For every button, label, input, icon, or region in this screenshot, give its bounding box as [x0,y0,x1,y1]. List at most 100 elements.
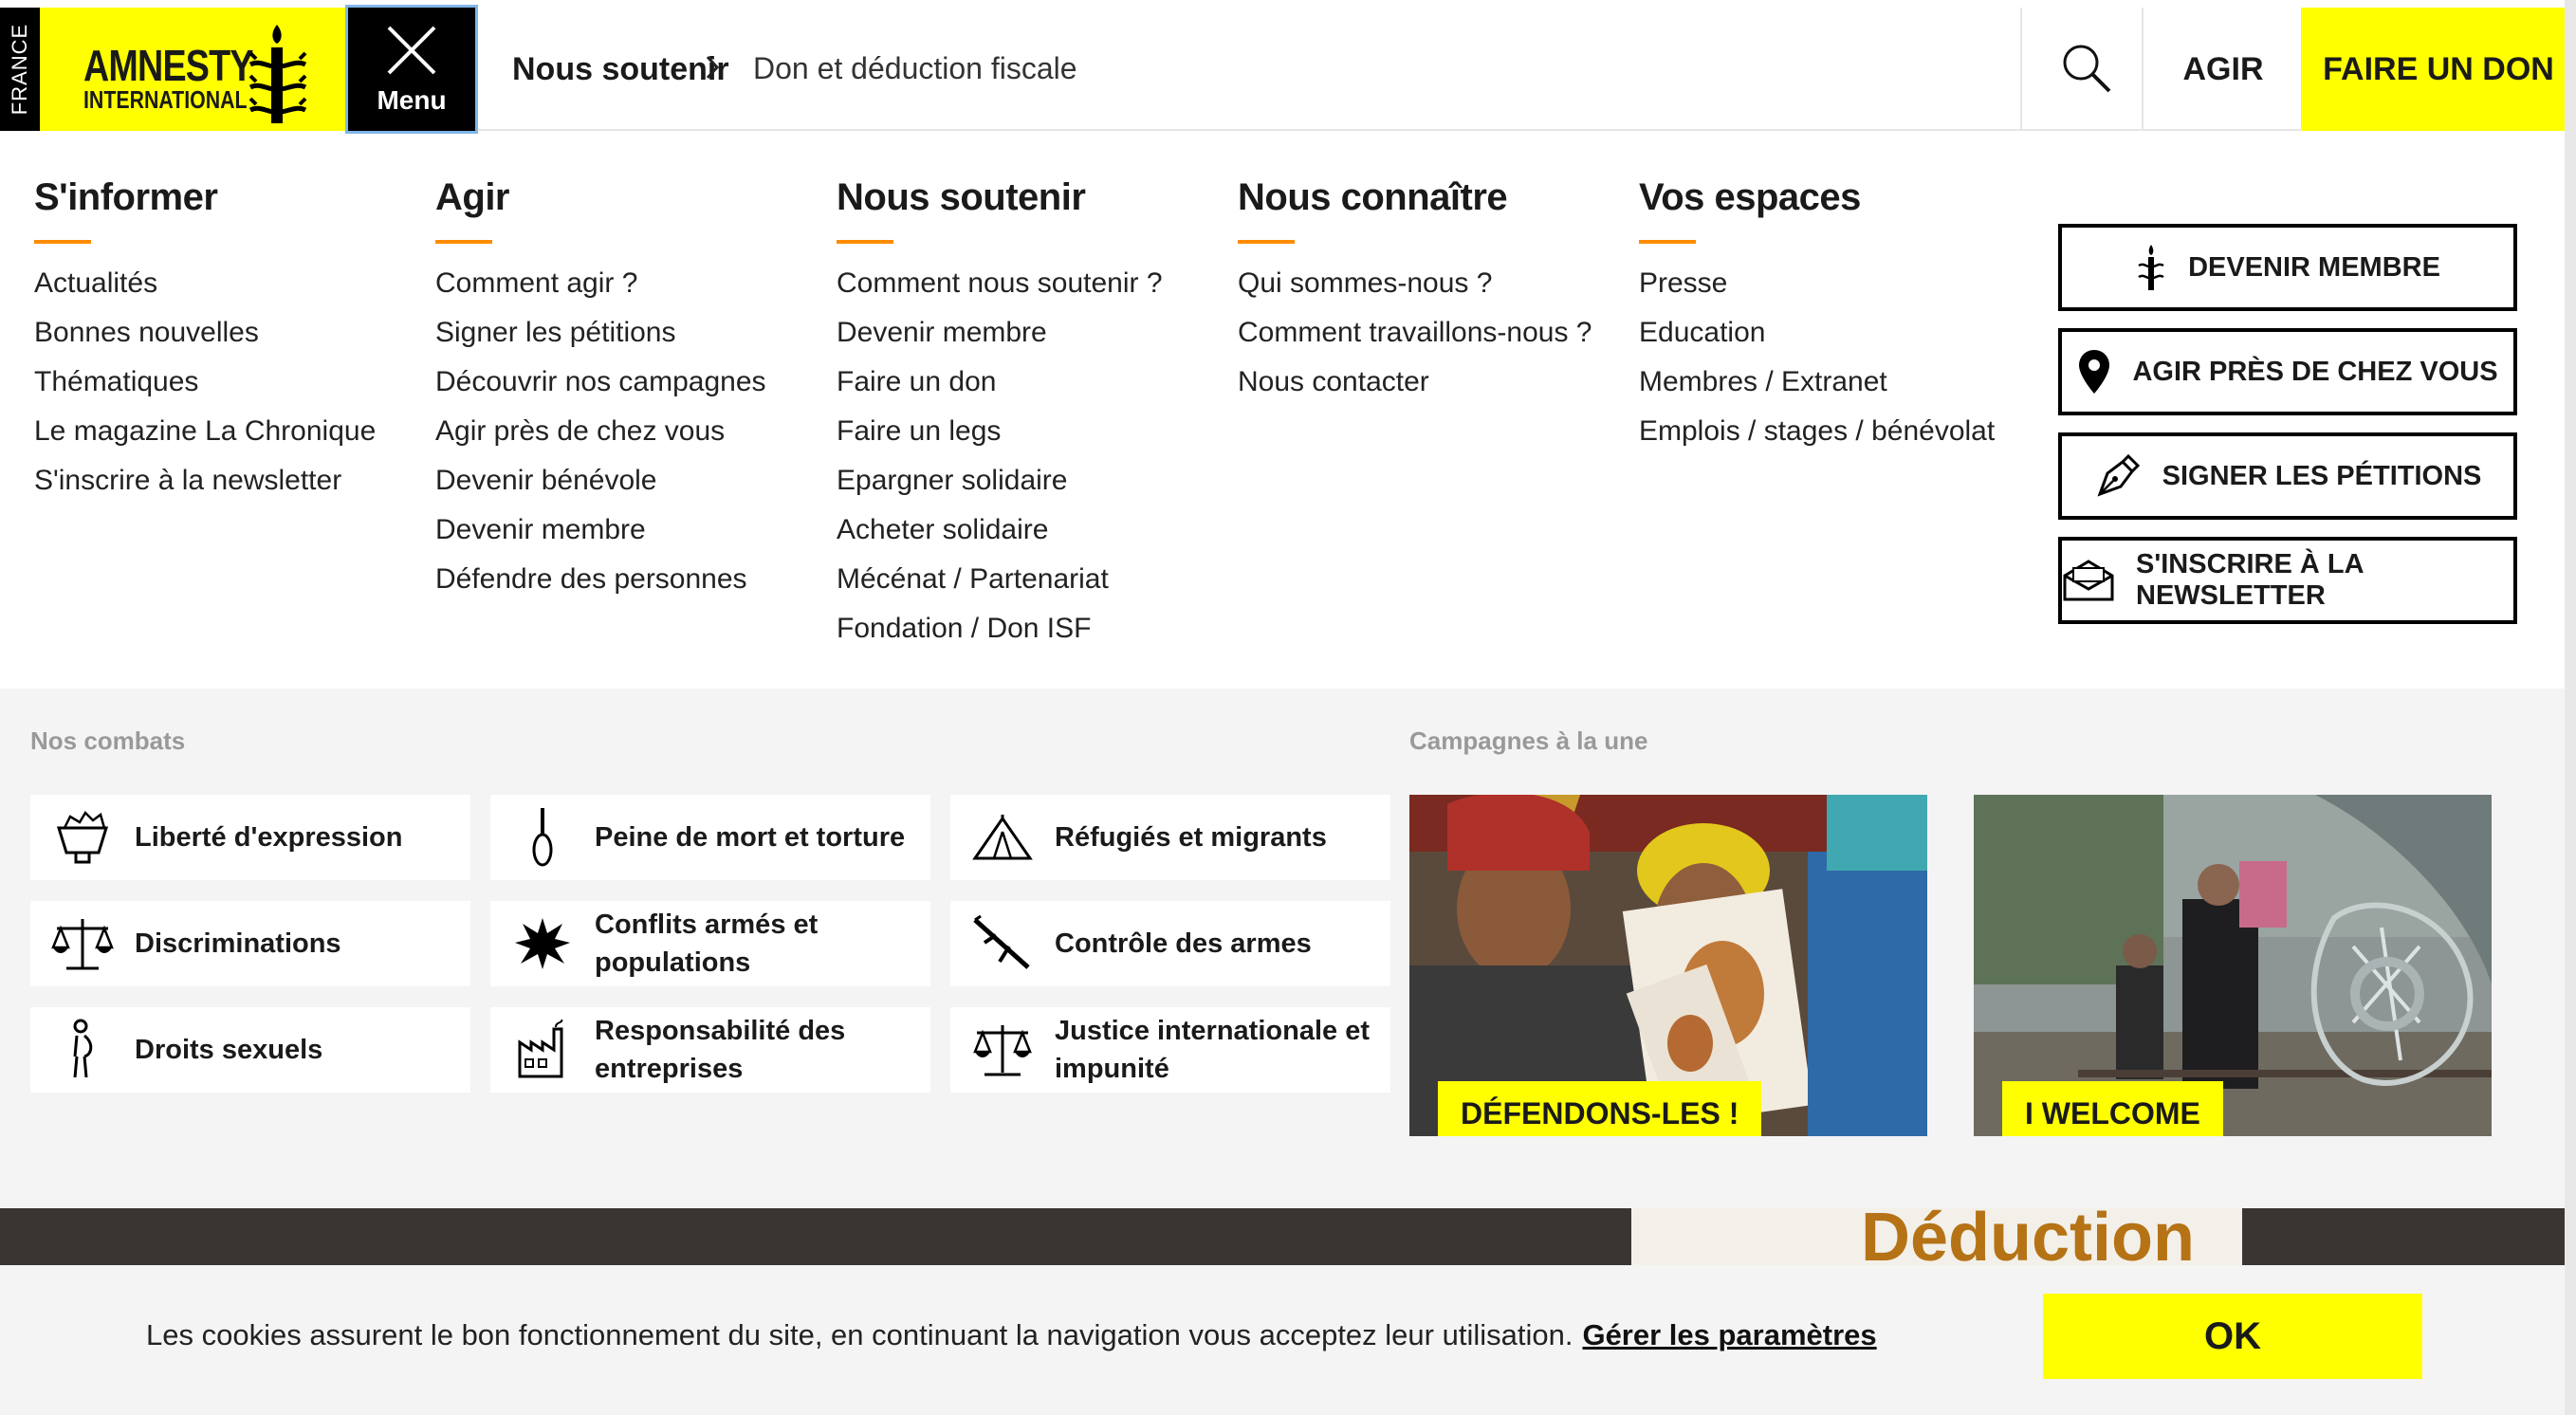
menu-column-title: Agir [435,176,509,218]
close-icon [387,26,436,75]
menu-link[interactable]: Comment agir ? [435,259,766,308]
cookie-settings-link[interactable]: Gérer les paramètres [1582,1318,1876,1351]
site-header: FRANCE AMNESTY INTERNATIONAL Menu Nous s… [0,5,2576,134]
sign-petitions-button[interactable]: SIGNER LES PÉTITIONS [2058,432,2517,520]
cookie-banner: Les cookies assurent le bon fonctionneme… [0,1265,2576,1415]
side-button-label: DEVENIR MEMBRE [2188,251,2440,283]
combat-controle-armes[interactable]: Contrôle des armes [950,901,1390,986]
menu-link[interactable]: Mécénat / Partenariat [837,555,1163,604]
country-tab: FRANCE [0,8,40,131]
act-near-you-button[interactable]: AGIR PRÈS DE CHEZ VOUS [2058,328,2517,415]
combat-label: Contrôle des armes [1055,928,1312,959]
menu-link[interactable]: Faire un don [837,358,1163,407]
candle-icon [2138,245,2164,290]
combat-refugies[interactable]: Réfugiés et migrants [950,795,1390,880]
menu-link[interactable]: Devenir membre [837,308,1163,358]
cookie-message: Les cookies assurent le bon fonctionneme… [146,1318,1877,1352]
search-icon [2063,45,2111,93]
breadcrumb-current: Don et déduction fiscale [753,51,1077,85]
side-button-label: SIGNER LES PÉTITIONS [2162,460,2482,491]
become-member-button[interactable]: DEVENIR MEMBRE [2058,224,2517,311]
menu-column-title: Nous connaître [1238,176,1508,218]
tent-icon [950,813,1055,862]
combat-conflits-armes[interactable]: Conflits armés et populations [490,901,930,986]
page-content-behind: Déduction [0,1208,2576,1265]
menu-column-connaitre: Nous connaître Qui sommes-nous ? Comment… [1238,176,1592,407]
combats-campaigns-band: Nos combats Campagnes à la une Liberté d… [0,689,2576,1208]
menu-link[interactable]: Signer les pétitions [435,308,766,358]
donate-button[interactable]: FAIRE UN DON [2301,8,2576,131]
pen-nib-icon [2097,453,2140,497]
newsletter-button[interactable]: S'INSCRIRE À LA NEWSLETTER [2058,537,2517,624]
menu-link[interactable]: Nous contacter [1238,358,1592,407]
combat-peine-de-mort[interactable]: Peine de mort et torture [490,795,930,880]
combat-label: Peine de mort et torture [595,822,906,853]
menu-link[interactable]: Epargner solidaire [837,456,1163,505]
menu-column-informer: S'informer Actualités Bonnes nouvelles T… [34,176,376,505]
combat-responsabilite-entreprises[interactable]: Responsabilité des entreprises [490,1007,930,1093]
noose-icon [490,806,595,869]
cookie-ok-button[interactable]: OK [2043,1294,2422,1379]
menu-link[interactable]: S'inscrire à la newsletter [34,456,376,505]
agir-button[interactable]: AGIR [2145,8,2301,131]
breadcrumb-parent[interactable]: Nous soutenir [512,51,729,88]
menu-link[interactable]: Agir près de chez vous [435,407,766,456]
campaign-card-i-welcome[interactable]: I WELCOME [1974,795,2492,1136]
factory-icon [490,1020,595,1080]
scale-icon [30,915,135,972]
menu-link[interactable]: Le magazine La Chronique [34,407,376,456]
menu-link[interactable]: Emplois / stages / bénévolat [1639,407,1995,456]
envelope-icon [2063,560,2114,601]
menu-link[interactable]: Devenir membre [435,505,766,555]
logo-line2: INTERNATIONAL [83,85,248,114]
menu-link[interactable]: Presse [1639,259,1995,308]
justice-scale-icon [950,1021,1055,1078]
megaphone-icon [30,809,135,866]
menu-column-espaces: Vos espaces Presse Education Membres / E… [1639,176,1995,456]
combat-droits-sexuels[interactable]: Droits sexuels [30,1007,470,1093]
title-underline [435,240,492,244]
combats-heading: Nos combats [30,726,186,755]
combat-justice-internationale[interactable]: Justice internationale et impunité [950,1007,1390,1093]
combat-liberte-expression[interactable]: Liberté d'expression [30,795,470,880]
search-button[interactable] [2020,8,2144,131]
side-button-label: AGIR PRÈS DE CHEZ VOUS [2132,356,2498,387]
campaign-card-defendons[interactable]: DÉFENDONS-LES ! [1409,795,1927,1136]
menu-column-title: Nous soutenir [837,176,1086,218]
title-underline [1639,240,1696,244]
menu-column-agir: Agir Comment agir ? Signer les pétitions… [435,176,766,604]
candle-icon [248,25,307,123]
title-underline [34,240,91,244]
campaigns-heading: Campagnes à la une [1409,726,1648,755]
explosion-icon [490,914,595,973]
menu-link[interactable]: Fondation / Don ISF [837,604,1163,653]
combat-label: Liberté d'expression [135,822,403,853]
menu-link[interactable]: Qui sommes-nous ? [1238,259,1592,308]
combat-label: Justice internationale et impunité [1055,1016,1370,1084]
menu-link[interactable]: Membres / Extranet [1639,358,1995,407]
menu-link[interactable]: Défendre des personnes [435,555,766,604]
title-underline [837,240,893,244]
logo-line1: AMNESTY [83,41,254,90]
menu-link[interactable]: Education [1639,308,1995,358]
menu-column-soutenir: Nous soutenir Comment nous soutenir ? De… [837,176,1163,653]
menu-link[interactable]: Comment nous soutenir ? [837,259,1163,308]
menu-button[interactable]: Menu [345,5,478,134]
menu-link[interactable]: Bonnes nouvelles [34,308,376,358]
menu-link[interactable]: Découvrir nos campagnes [435,358,766,407]
menu-column-title: Vos espaces [1639,176,1861,218]
title-underline [1238,240,1295,244]
menu-column-title: S'informer [34,176,218,218]
menu-link[interactable]: Thématiques [34,358,376,407]
menu-label: Menu [377,85,447,115]
campaign-tag: DÉFENDONS-LES ! [1438,1081,1762,1136]
location-pin-icon [2079,350,2110,394]
combat-discriminations[interactable]: Discriminations [30,901,470,986]
menu-link[interactable]: Comment travaillons-nous ? [1238,308,1592,358]
amnesty-logo[interactable]: AMNESTY INTERNATIONAL [40,8,345,131]
menu-link[interactable]: Faire un legs [837,407,1163,456]
scrollbar[interactable] [2565,0,2576,1415]
menu-link[interactable]: Devenir bénévole [435,456,766,505]
menu-link[interactable]: Actualités [34,259,376,308]
menu-link[interactable]: Acheter solidaire [837,505,1163,555]
